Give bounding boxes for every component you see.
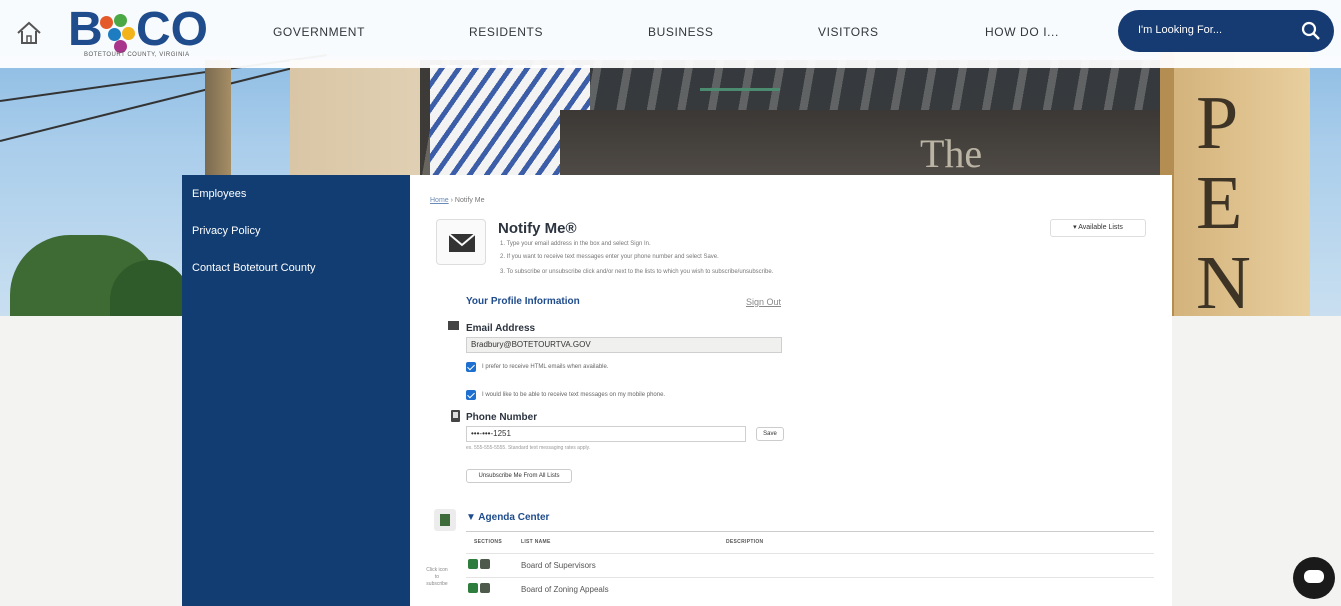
sidebar: Employees Privacy Policy Contact Botetou… <box>182 175 410 606</box>
open-sign: P E N <box>1160 40 1310 316</box>
sign-out-link[interactable]: Sign Out <box>746 297 781 307</box>
sms-subscribe-icon[interactable] <box>480 583 490 593</box>
logo-dot <box>122 27 135 40</box>
phone-icon <box>451 410 460 422</box>
search-icon[interactable] <box>1300 20 1322 42</box>
chandelier <box>700 88 780 158</box>
nav-how-do-i[interactable]: HOW DO I... <box>985 25 1059 39</box>
profile-heading: Your Profile Information <box>466 296 580 307</box>
envelope-icon <box>448 233 476 252</box>
text-messages-checkbox-label: I would like to be able to receive text … <box>482 392 666 398</box>
unsubscribe-all-button[interactable]: Unsubscribe Me From All Lists <box>466 469 572 483</box>
email-icon <box>448 321 459 330</box>
logo-letter-b: B <box>68 3 103 56</box>
sidebar-item-employees[interactable]: Employees <box>192 188 246 200</box>
sign-letter: N <box>1196 241 1251 316</box>
list-name: Board of Zoning Appeals <box>521 585 609 594</box>
table-row: Board of Zoning Appeals <box>466 577 1154 601</box>
available-lists-button[interactable]: ▾ Available Lists <box>1050 219 1146 237</box>
logo-dot <box>114 14 127 27</box>
agenda-icon <box>434 509 456 531</box>
column-header-list-name: LIST NAME <box>521 539 551 545</box>
sms-subscribe-icon[interactable] <box>480 559 490 569</box>
logo-letters-co: CO <box>136 3 208 56</box>
column-header-sections: SECTIONS <box>474 539 502 545</box>
text-messages-checkbox[interactable] <box>466 390 476 400</box>
logo-subtitle: BOTETOURT COUNTY, VIRGINIA <box>84 52 190 58</box>
home-button[interactable] <box>14 18 44 48</box>
chat-icon <box>1304 570 1324 583</box>
instruction-2: 2. If you want to receive text messages … <box>500 254 719 260</box>
chat-button[interactable] <box>1293 557 1335 599</box>
divider <box>466 531 1154 532</box>
page: The P E N B CO BOTETOURT COUNTY, VIRGINI… <box>0 0 1341 606</box>
email-field[interactable]: Bradbury@BOTETOURTVA.GOV <box>466 337 782 353</box>
html-email-checkbox-label: I prefer to receive HTML emails when ava… <box>482 364 609 370</box>
site-header: B CO BOTETOURT COUNTY, VIRGINIA GOVERNME… <box>0 0 1341 68</box>
column-header-description: DESCRIPTION <box>726 539 764 545</box>
sign-letter: P <box>1196 81 1239 165</box>
breadcrumb-home-link[interactable]: Home <box>430 197 449 204</box>
breadcrumb: Home › Notify Me <box>430 197 485 204</box>
email-subscribe-icon[interactable] <box>468 559 478 569</box>
table-row: Board of Supervisors <box>466 553 1154 577</box>
list-name: Board of Supervisors <box>521 561 596 570</box>
logo-dot <box>100 16 113 29</box>
email-label: Email Address <box>466 323 536 334</box>
breadcrumb-current: Notify Me <box>454 197 485 204</box>
search-input[interactable]: I'm Looking For... <box>1118 10 1334 52</box>
nav-visitors[interactable]: VISITORS <box>818 25 879 39</box>
power-line <box>0 60 321 142</box>
agenda-center-toggle[interactable]: ▼ Agenda Center <box>466 512 549 523</box>
sidebar-item-contact[interactable]: Contact Botetourt County <box>192 262 316 274</box>
nav-residents[interactable]: RESIDENTS <box>469 25 543 39</box>
instruction-1: 1. Type your email address in the box an… <box>500 241 651 247</box>
nav-government[interactable]: GOVERNMENT <box>273 25 365 39</box>
email-subscribe-icon[interactable] <box>468 583 478 593</box>
page-title: Notify Me® <box>498 220 577 237</box>
save-button[interactable]: Save <box>756 427 784 441</box>
phone-label: Phone Number <box>466 412 538 423</box>
instruction-3: 3. To subscribe or unsubscribe click and… <box>500 269 774 275</box>
notify-icon-box <box>436 219 486 265</box>
county-logo[interactable]: B CO BOTETOURT COUNTY, VIRGINIA <box>68 3 208 62</box>
sign-letter: E <box>1196 161 1243 245</box>
storefront-text: The <box>920 131 983 176</box>
nav-business[interactable]: BUSINESS <box>648 25 714 39</box>
home-icon <box>17 21 41 44</box>
sidebar-item-privacy-policy[interactable]: Privacy Policy <box>192 225 260 237</box>
search-placeholder: I'm Looking For... <box>1138 24 1223 36</box>
phone-field[interactable]: •••-•••-1251 <box>466 426 746 442</box>
main-panel: Home › Notify Me Notify Me® 1. Type your… <box>410 175 1172 606</box>
phone-hint: ex. 555-555-5555. Standard text messagin… <box>466 445 591 451</box>
click-icon-hint: Click icon to subscribe <box>426 567 448 587</box>
html-email-checkbox[interactable] <box>466 362 476 372</box>
